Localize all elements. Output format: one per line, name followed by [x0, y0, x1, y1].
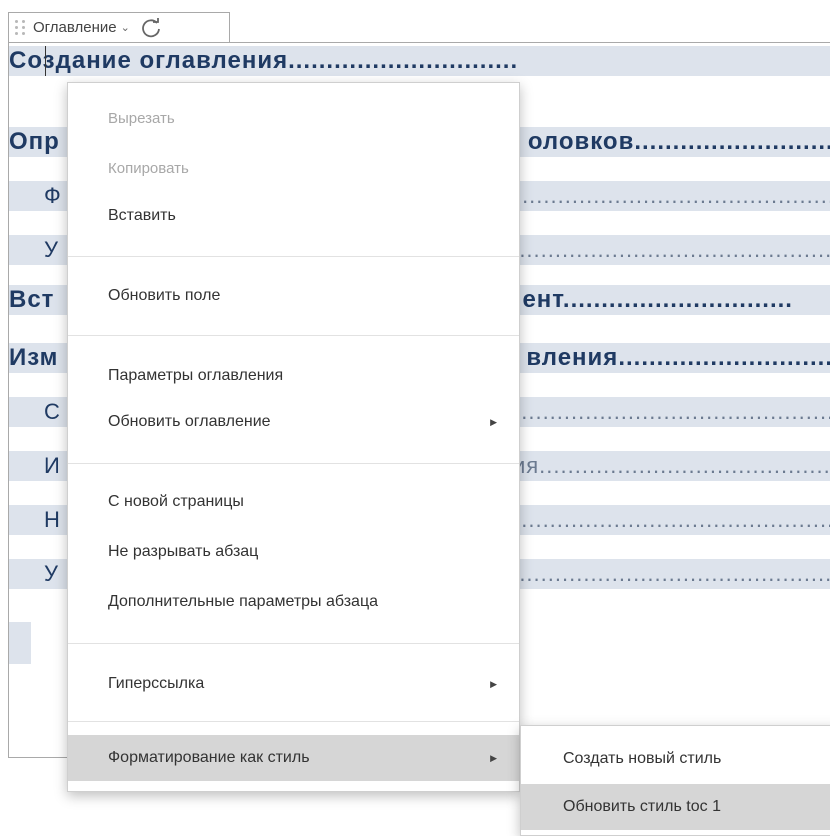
toc-entry-dots: оловков..............................	[527, 128, 830, 155]
chevron-down-icon[interactable]: ⌄	[121, 21, 130, 34]
menu-item-hyperlink[interactable]: Гиперссылка ▶	[68, 661, 519, 707]
toc-entry-dots: ........................................…	[497, 237, 830, 262]
toc-entry-text: Н	[44, 507, 60, 532]
menu-item-keep-lines-together[interactable]: Не разрывать абзац	[68, 529, 519, 575]
toc-entry-dots: ........................................…	[500, 183, 830, 208]
menu-separator	[68, 721, 519, 722]
text-cursor	[45, 46, 46, 76]
menu-separator	[68, 643, 519, 644]
refresh-icon[interactable]	[140, 17, 162, 39]
menu-separator	[68, 335, 519, 336]
submenu-arrow-icon: ▶	[490, 416, 497, 427]
toc-entry-text: У	[44, 237, 58, 262]
toc-entry-text: Создание оглавления	[9, 47, 289, 74]
toc-entry-dots: ..............................	[288, 47, 519, 74]
toc-control-label[interactable]: Оглавление	[33, 19, 117, 36]
toc-entry-dots: ент..............................	[522, 286, 793, 313]
menu-separator	[68, 463, 519, 464]
toc-entry-text: Опр	[9, 128, 60, 155]
toc-entry-text: Вст	[9, 286, 55, 313]
menu-item-create-style[interactable]: Создать новый стиль	[521, 736, 830, 782]
menu-item-paste[interactable]: Вставить	[68, 193, 519, 239]
toc-entry-text: Ф	[44, 183, 61, 208]
menu-item-update-style[interactable]: Обновить стиль toc 1	[521, 784, 830, 830]
menu-item-page-break-before[interactable]: С новой страницы	[68, 479, 519, 525]
toc-content-control-header[interactable]: Оглавление ⌄	[8, 12, 230, 42]
toc-entry-dots: ........................................…	[499, 399, 830, 424]
submenu-arrow-icon: ▶	[490, 752, 497, 763]
toc-entry-text: У	[44, 561, 58, 586]
menu-item-format-as-style[interactable]: Форматирование как стиль ▶	[68, 735, 519, 781]
style-submenu: Создать новый стиль Обновить стиль toc 1	[520, 725, 830, 836]
menu-item-update-toc[interactable]: Обновить оглавление ▶	[68, 399, 519, 445]
toc-entry[interactable]: Создание оглавления.....................…	[9, 46, 830, 76]
toc-entry-dots: вления..............................	[526, 344, 830, 371]
toc-entry-text: Изм	[9, 344, 59, 371]
menu-separator	[68, 256, 519, 257]
empty-toc-paragraph[interactable]	[9, 622, 31, 664]
menu-item-update-field[interactable]: Обновить поле	[68, 273, 519, 319]
menu-item-paragraph-advanced[interactable]: Дополнительные параметры абзаца	[68, 579, 519, 625]
menu-item-copy: Копировать	[108, 159, 189, 177]
submenu-arrow-icon: ▶	[490, 678, 497, 689]
toc-entry-dots: ........................................…	[499, 507, 830, 532]
menu-item-toc-settings[interactable]: Параметры оглавления	[68, 353, 519, 399]
toc-entry-dots: ........................................…	[497, 561, 830, 586]
menu-item-cut: Вырезать	[108, 109, 175, 127]
toc-entry-dots: ния.....................................…	[499, 453, 830, 478]
drag-handle-icon[interactable]	[15, 20, 26, 35]
toc-entry-text: И	[44, 453, 60, 478]
toc-entry-text: С	[44, 399, 60, 424]
context-menu: Вырезать Копировать Вставить Обновить по…	[67, 82, 520, 792]
